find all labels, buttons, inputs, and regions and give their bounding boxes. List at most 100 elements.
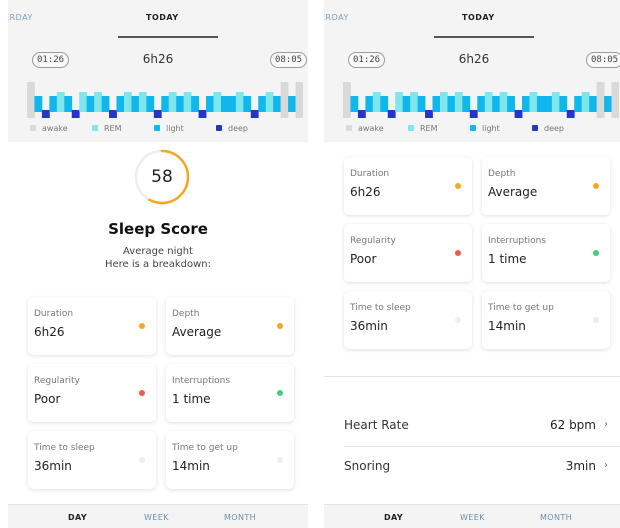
metric-value: 6h26 — [350, 185, 381, 199]
metric-label: Depth — [488, 169, 516, 179]
metric-card-time-to-get-up[interactable]: Time to get up 14min — [482, 291, 610, 349]
hypnogram-segment-awake — [280, 82, 289, 118]
hypnogram-segment-deep — [109, 110, 117, 118]
tab-yesterday[interactable]: ERDAY — [324, 13, 349, 22]
hypnogram-segment-awake — [611, 82, 619, 118]
hypnogram-section: 01:26 6h26 08:05 awake REM light deep — [324, 38, 620, 142]
hypnogram-segment-light — [101, 96, 110, 112]
metric-label: Regularity — [34, 376, 80, 386]
nav-week[interactable]: WEEK — [460, 513, 485, 522]
status-dot — [277, 390, 283, 396]
hypnogram-segment-rem — [56, 92, 65, 112]
metric-label: Duration — [350, 169, 390, 179]
metric-value: 36min — [34, 459, 72, 473]
hypnogram-segment-light — [131, 96, 140, 112]
hypnogram-segment-rem — [213, 92, 222, 112]
heart-rate-row[interactable]: Heart Rate 62 bpm › — [324, 406, 620, 446]
legend-label: REM — [104, 124, 122, 133]
hypnogram-segment-awake — [343, 82, 351, 118]
legend-item-rem: REM — [92, 124, 122, 133]
hypnogram-chart[interactable] — [343, 82, 619, 118]
sleep-score-value: 58 — [151, 167, 173, 187]
metric-card-duration[interactable]: Duration 6h26 — [28, 297, 156, 355]
metric-label: Duration — [34, 309, 74, 319]
tab-yesterday[interactable]: ERDAY — [8, 13, 33, 22]
snoring-row[interactable]: Snoring 3min › — [324, 447, 620, 487]
hypnogram-segment-light — [34, 96, 43, 112]
metric-value: Average — [172, 325, 222, 339]
metric-value: 14min — [488, 319, 526, 333]
sleep-score-subtitle: Average night Here is a breakdown: — [8, 245, 308, 271]
nav-month[interactable]: MONTH — [224, 513, 256, 522]
metric-card-time-to-sleep[interactable]: Time to sleep 36min — [28, 431, 156, 489]
metric-card-regularity[interactable]: Regularity Poor — [344, 224, 472, 282]
hypnogram-segment-rem — [484, 92, 493, 112]
section-divider — [324, 376, 620, 377]
status-dot — [139, 390, 145, 396]
sleep-end-time: 08:05 — [586, 52, 620, 68]
sleep-score-title: Sleep Score — [108, 220, 208, 238]
nav-day[interactable]: DAY — [384, 513, 403, 522]
sleep-summary-screen: ERDAY TODAY 01:26 6h26 08:05 awake REM lig… — [8, 0, 308, 528]
legend-label: awake — [358, 124, 384, 133]
nav-month[interactable]: MONTH — [540, 513, 572, 522]
status-dot — [455, 183, 461, 189]
hypnogram-segment-deep — [387, 110, 396, 118]
hypnogram-segment-light — [350, 96, 359, 112]
status-dot — [455, 250, 461, 256]
legend-item-awake: awake — [30, 124, 68, 133]
hypnogram-section: 01:26 6h26 08:05 awake REM light deep — [8, 38, 308, 142]
hypnogram-segment-deep — [250, 110, 259, 118]
hypnogram-segment-deep — [514, 110, 523, 118]
hypnogram-segment-light — [432, 96, 441, 112]
hypnogram-segment-rem — [168, 92, 177, 112]
hypnogram-segment-light — [288, 96, 296, 112]
legend-item-deep: deep — [532, 124, 564, 133]
hypnogram-segment-light — [447, 96, 456, 112]
hypnogram-segment-rem — [499, 92, 508, 112]
status-dot — [277, 323, 283, 329]
metric-card-interruptions[interactable]: Interruptions 1 time — [166, 364, 294, 422]
metric-value: Poor — [34, 392, 61, 406]
hypnogram-segment-deep — [71, 110, 80, 118]
metric-card-regularity[interactable]: Regularity Poor — [28, 364, 156, 422]
hypnogram-segment-light — [462, 96, 471, 112]
nav-day[interactable]: DAY — [68, 513, 87, 522]
hypnogram-segment-deep — [357, 110, 366, 118]
metric-label: Time to get up — [488, 303, 554, 313]
hypnogram-segment-light — [243, 96, 252, 112]
heart-rate-label: Heart Rate — [344, 418, 409, 432]
hypnogram-segment-light — [380, 96, 389, 112]
hypnogram-segment-awake — [295, 82, 303, 118]
bottom-nav: DAY WEEK MONTH — [8, 504, 308, 528]
tab-today[interactable]: TODAY — [462, 13, 495, 22]
metric-label: Time to get up — [172, 443, 238, 453]
hypnogram-segment-light — [116, 96, 125, 112]
metric-card-depth[interactable]: Depth Average — [482, 157, 610, 215]
status-dot — [593, 317, 599, 323]
metric-card-depth[interactable]: Depth Average — [166, 297, 294, 355]
hypnogram-segment-light — [228, 96, 237, 112]
metric-card-interruptions[interactable]: Interruptions 1 time — [482, 224, 610, 282]
metric-card-time-to-sleep[interactable]: Time to sleep 36min — [344, 291, 472, 349]
metric-value: 14min — [172, 459, 210, 473]
hypnogram-segment-light — [273, 96, 282, 112]
hypnogram-segment-deep — [469, 110, 478, 118]
legend-swatch — [154, 125, 160, 131]
score-subtitle-line1: Average night — [123, 246, 193, 257]
metric-card-time-to-get-up[interactable]: Time to get up 14min — [166, 431, 294, 489]
hypnogram-segment-light — [544, 96, 553, 112]
tab-today[interactable]: TODAY — [146, 13, 179, 22]
legend-item-deep: deep — [216, 124, 248, 133]
hypnogram-chart[interactable] — [27, 82, 303, 118]
hypnogram-segment-light — [402, 96, 411, 112]
hypnogram-segment-deep — [41, 110, 50, 118]
hypnogram-segment-light — [161, 96, 170, 112]
legend-swatch — [92, 125, 98, 131]
hypnogram-segment-awake — [27, 82, 35, 118]
nav-week[interactable]: WEEK — [144, 513, 169, 522]
metric-card-duration[interactable]: Duration 6h26 — [344, 157, 472, 215]
status-dot — [277, 457, 283, 463]
hypnogram-segment-light — [559, 96, 568, 112]
legend-swatch — [408, 125, 414, 131]
